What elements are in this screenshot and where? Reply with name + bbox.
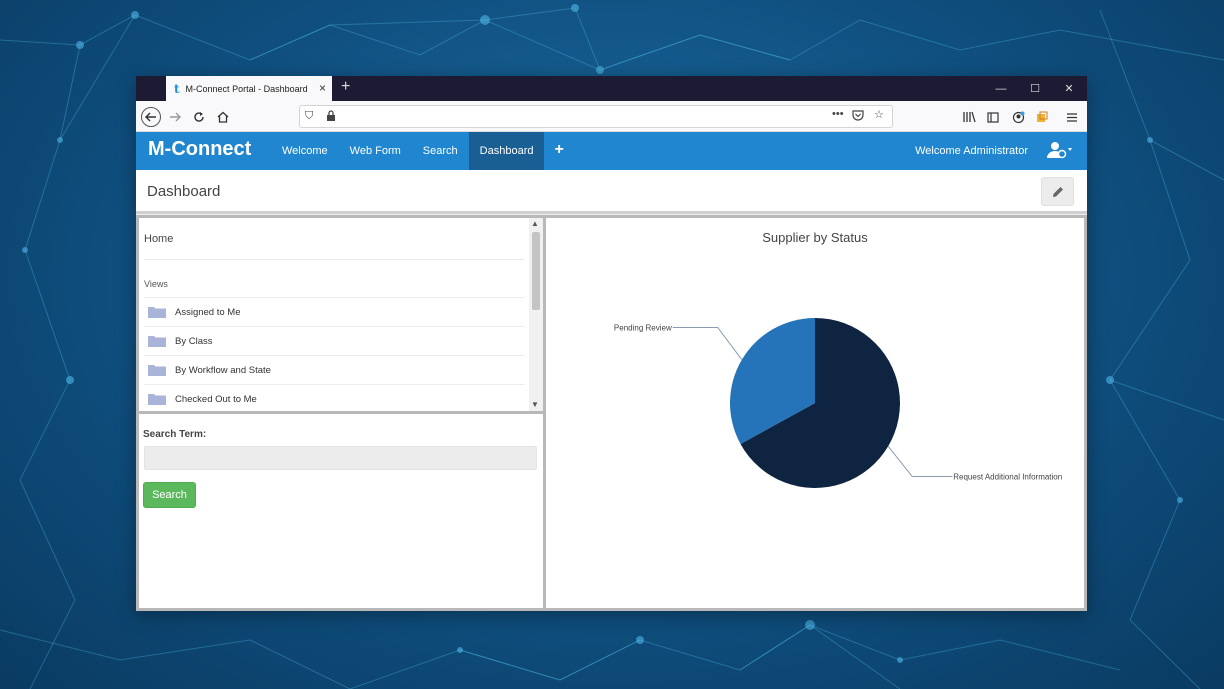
- search-button[interactable]: Search: [143, 482, 196, 508]
- dashboard-content: Home Views Assigned to Me By Class By Wo…: [136, 215, 1087, 611]
- menu-item-web-form[interactable]: Web Form: [339, 132, 412, 170]
- home-button[interactable]: [213, 107, 233, 127]
- pie-slice-label: Pending Review: [614, 323, 672, 332]
- page-header: Dashboard: [136, 170, 1087, 214]
- maximize-button[interactable]: ☐: [1018, 76, 1052, 101]
- close-tab-icon[interactable]: ×: [319, 81, 326, 95]
- pencil-icon: [1052, 186, 1063, 197]
- library-icon[interactable]: [959, 107, 979, 127]
- pie-leader-line: [887, 445, 953, 478]
- add-menu-button[interactable]: +: [544, 132, 573, 170]
- reload-icon: [194, 112, 204, 122]
- folder-icon: [148, 394, 166, 405]
- app-header: M-Connect Welcome Web Form Search Dashbo…: [136, 132, 1087, 170]
- view-item-label: By Workflow and State: [175, 364, 271, 376]
- forward-button[interactable]: [165, 107, 185, 127]
- divider: [144, 259, 524, 260]
- close-window-button[interactable]: ✕: [1052, 76, 1086, 101]
- view-item-assigned-to-me[interactable]: Assigned to Me: [144, 297, 524, 326]
- browser-tab[interactable]: t M-Connect Portal - Dashboard ×: [166, 76, 332, 101]
- view-item-by-workflow-and-state[interactable]: By Workflow and State: [144, 355, 524, 384]
- tab-title: M-Connect Portal - Dashboard: [185, 83, 308, 94]
- menu-item-welcome[interactable]: Welcome: [271, 132, 339, 170]
- hamburger-menu-icon[interactable]: [1062, 107, 1082, 127]
- search-term-label: Search Term:: [143, 429, 207, 440]
- user-menu-icon[interactable]: [1047, 141, 1075, 164]
- views-heading: Views: [144, 279, 168, 289]
- menu-item-dashboard[interactable]: Dashboard: [468, 132, 545, 170]
- scroll-down-icon[interactable]: ▼: [531, 400, 539, 409]
- forward-arrow-icon: [170, 112, 181, 122]
- folder-icon: [148, 307, 166, 318]
- view-item-by-class[interactable]: By Class: [144, 326, 524, 355]
- page-actions-icon[interactable]: •••: [832, 108, 844, 120]
- home-icon: [217, 111, 229, 123]
- home-link[interactable]: Home: [144, 233, 173, 245]
- pocket-icon[interactable]: [852, 110, 864, 124]
- back-arrow-icon: [145, 112, 156, 122]
- pie-leader-line: [672, 326, 743, 361]
- favicon-icon: t: [174, 81, 180, 96]
- minimize-button[interactable]: —: [984, 76, 1018, 101]
- chart-panel: Supplier by Status Request Additional In…: [546, 218, 1084, 608]
- url-bar[interactable]: ⛉ ••• ☆: [299, 105, 893, 128]
- welcome-text: Welcome Administrator: [915, 145, 1028, 157]
- extension-icon[interactable]: [1032, 107, 1052, 127]
- page-title: Dashboard: [147, 183, 221, 200]
- edit-button[interactable]: [1041, 177, 1074, 206]
- view-item-checked-out-to-me[interactable]: Checked Out to Me: [144, 384, 524, 411]
- back-button[interactable]: [141, 107, 161, 127]
- view-item-label: Checked Out to Me: [175, 393, 257, 405]
- main-menu: Welcome Web Form Search Dashboard +: [271, 132, 574, 170]
- view-item-label: By Class: [175, 335, 213, 347]
- views-scrollbar[interactable]: ▲ ▼: [529, 218, 543, 411]
- navigation-toolbar: ⛉ ••• ☆: [136, 101, 1087, 132]
- sidebar-icon[interactable]: [983, 107, 1003, 127]
- menu-item-search[interactable]: Search: [412, 132, 469, 170]
- scrollbar-thumb[interactable]: [532, 232, 540, 310]
- tab-strip: t M-Connect Portal - Dashboard × + — ☐ ✕: [136, 76, 1087, 101]
- shield-icon: ⛉: [305, 110, 314, 122]
- pie-chart: Supplier by Status Request Additional In…: [614, 230, 1062, 488]
- bookmark-star-icon[interactable]: ☆: [874, 108, 884, 121]
- reload-button[interactable]: [189, 107, 209, 127]
- chart-title: Supplier by Status: [762, 230, 868, 245]
- account-icon[interactable]: [1008, 107, 1028, 127]
- folder-icon: [148, 336, 166, 347]
- views-panel: Home Views Assigned to Me By Class By Wo…: [139, 218, 543, 411]
- browser-window: t M-Connect Portal - Dashboard × + — ☐ ✕…: [136, 76, 1087, 611]
- view-item-label: Assigned to Me: [175, 306, 241, 318]
- new-tab-button[interactable]: +: [341, 78, 350, 96]
- folder-icon: [148, 365, 166, 376]
- lock-icon: [326, 110, 336, 124]
- search-panel: Search Term: Search: [139, 414, 543, 608]
- pie-slice-label: Request Additional Information: [953, 473, 1062, 482]
- scroll-up-icon[interactable]: ▲: [531, 219, 539, 228]
- brand-logo[interactable]: M-Connect: [148, 138, 251, 161]
- search-term-input[interactable]: [144, 446, 537, 470]
